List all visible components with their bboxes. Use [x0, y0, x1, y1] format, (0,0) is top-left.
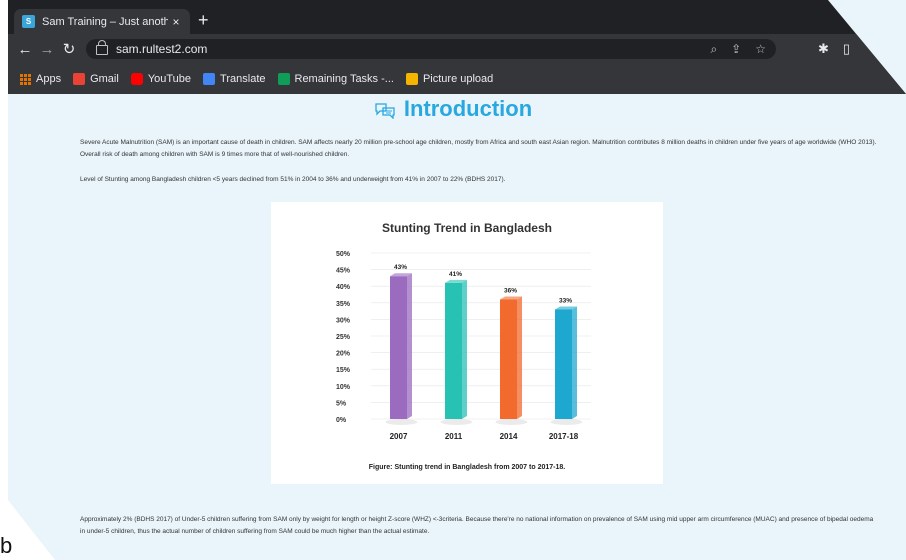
apps-grid-icon [20, 73, 31, 85]
gmail-icon [73, 73, 86, 85]
bar [500, 299, 517, 419]
bar-shadow [440, 419, 473, 425]
page-content: Introduction Severe Acute Malnutrition (… [0, 94, 906, 560]
y-tick-label: 35% [336, 301, 351, 308]
y-tick-label: 5% [336, 400, 347, 407]
zoom-icon[interactable]: ⌕ [710, 42, 717, 57]
stray-text: b [0, 533, 13, 558]
bar-shadow [495, 419, 528, 425]
bookmark-picture-upload[interactable]: Picture upload [405, 73, 494, 85]
forward-arrow-icon[interactable]: → [36, 41, 58, 58]
address-bar[interactable]: sam.rultest2.com ⌕ ⇪ ☆ [86, 39, 776, 59]
data-label: 41% [449, 271, 462, 278]
bookmark-label: Translate [220, 73, 266, 85]
tab-title: Sam Training – Just another W [42, 15, 168, 28]
back-arrow-icon[interactable]: ← [14, 41, 36, 58]
bookmark-label: YouTube [147, 73, 192, 85]
chart-figure: Stunting Trend in Bangladesh 0% 5% 10% 15% 20… [271, 202, 663, 484]
chat-bubbles-icon [375, 103, 395, 120]
slides-icon [405, 73, 418, 85]
bookmark-label: Apps [36, 73, 62, 85]
browser-chrome: S Sam Training – Just another W × + ← → … [8, 0, 906, 94]
y-tick-label: 20% [336, 351, 351, 358]
bar-shadow [550, 419, 583, 425]
bar [445, 282, 462, 419]
data-label: 36% [504, 287, 517, 294]
bar-side [517, 296, 522, 419]
extensions-icon[interactable]: ✱ [818, 41, 829, 57]
bookmarks-bar: Apps Gmail YouTube Translate Remaining T… [8, 64, 906, 94]
y-tick-label: 40% [336, 284, 351, 291]
page-title: Introduction [0, 96, 906, 122]
close-tab-icon[interactable]: × [168, 15, 184, 29]
bookmark-translate[interactable]: Translate [203, 73, 266, 85]
y-tick-label: 30% [336, 317, 351, 324]
bookmark-remaining-tasks[interactable]: Remaining Tasks -... [277, 73, 394, 85]
site-favicon-icon: S [22, 15, 35, 28]
y-tick-label: 45% [336, 268, 351, 275]
y-tick-label: 0% [336, 417, 347, 424]
bar-side [407, 273, 412, 419]
browser-toolbar: ← → ↻ sam.rultest2.com ⌕ ⇪ ☆ ✱ ▯ [8, 34, 906, 64]
bar [555, 309, 572, 419]
tab-strip: S Sam Training – Just another W × + [8, 0, 906, 34]
bookmark-gmail[interactable]: Gmail [73, 73, 119, 85]
youtube-icon [130, 73, 143, 85]
y-tick-label: 15% [336, 367, 351, 374]
bookmark-apps[interactable]: Apps [20, 73, 61, 85]
chart-title: Stunting Trend in Bangladesh [382, 221, 552, 235]
bookmark-youtube[interactable]: YouTube [130, 73, 192, 85]
bar [390, 276, 407, 419]
side-panel-icon[interactable]: ▯ [843, 41, 850, 57]
bookmark-star-icon[interactable]: ☆ [755, 42, 766, 57]
y-tick-label: 10% [336, 384, 351, 391]
y-tick-label: 50% [336, 251, 351, 258]
reload-icon[interactable]: ↻ [58, 40, 80, 58]
x-tick-label: 2007 [390, 432, 408, 441]
bookmark-label: Picture upload [422, 73, 494, 85]
share-icon[interactable]: ⇪ [731, 42, 741, 57]
new-tab-button[interactable]: + [198, 10, 209, 30]
bookmark-label: Gmail [90, 73, 119, 85]
sam-prevalence-paragraph: Approximately 2% (BDHS 2017) of Under-5 … [80, 516, 874, 535]
bookmark-label: Remaining Tasks -... [294, 73, 394, 85]
x-tick-label: 2011 [445, 432, 463, 441]
sheets-icon [277, 73, 290, 85]
lock-icon [96, 40, 108, 55]
x-tick-label: 2017-18 [549, 432, 579, 441]
bar-shadow [385, 419, 418, 425]
figure-caption: Figure: Stunting trend in Bangladesh fro… [368, 464, 566, 471]
browser-tab[interactable]: S Sam Training – Just another W × [14, 9, 190, 34]
translate-icon [203, 73, 216, 85]
page-title-text: Introduction [403, 96, 533, 121]
y-tick-label: 25% [336, 334, 351, 341]
data-label: 43% [394, 264, 407, 271]
stunting-paragraph: Level of Stunting among Bangladesh child… [80, 176, 506, 183]
data-label: 33% [559, 297, 572, 304]
intro-paragraph: Severe Acute Malnutrition (SAM) is an im… [80, 139, 877, 158]
x-tick-label: 2014 [500, 432, 518, 441]
stunting-chart: Stunting Trend in Bangladesh 0% 5% 10% 15% 20… [336, 221, 591, 441]
bar-side [572, 306, 577, 419]
bar-side [462, 279, 467, 419]
url-text: sam.rultest2.com [116, 42, 208, 56]
